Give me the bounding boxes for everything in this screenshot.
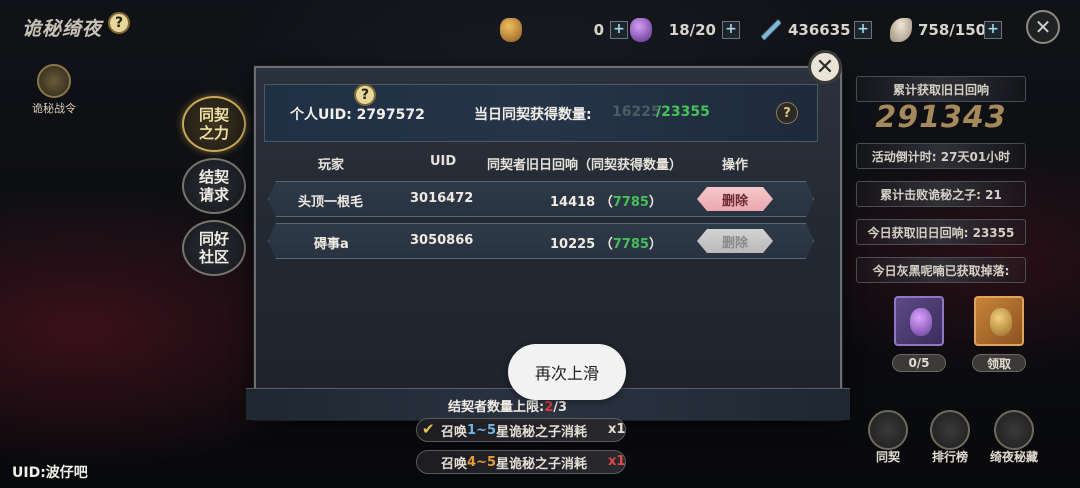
resource-potion-pouch: 0 + (500, 16, 628, 44)
uid-help-icon[interactable]: ? (354, 84, 376, 106)
add-resource-button[interactable]: + (854, 21, 872, 39)
button-label: 同契 (875, 450, 900, 464)
column-header-action: 操作 (722, 158, 749, 173)
resource-purple-potion: 18/20 + (630, 16, 740, 44)
quest-summon-4-5[interactable]: 召唤 4~5 星诡秘之子消耗 (416, 450, 626, 474)
contract-limit-current: 2 (544, 400, 554, 415)
ranking-button[interactable]: 排行榜 (920, 410, 980, 465)
event-title: 诡秘绮夜 (22, 18, 103, 40)
treasure-button[interactable]: 绮夜秘藏 (984, 410, 1044, 465)
resource-value: 0 (593, 21, 604, 39)
resource-value: 758/150 (918, 21, 987, 39)
quest-prefix: 召唤 (441, 456, 468, 472)
quest-summon-1-5[interactable]: 召唤 1~5 星诡秘之子消耗 (416, 418, 626, 442)
daily-count-max: /23355 (656, 104, 710, 120)
resource-value: 18/20 (668, 21, 716, 39)
quest-suffix: 星诡秘之子消耗 (496, 456, 588, 472)
tab-label: 同好社区 (198, 230, 229, 266)
info-help-icon[interactable]: ? (776, 102, 798, 124)
top-bar: 诡秘绮夜 ? 0 + 18/20 + 436635 + 758/150 + ✕ (0, 0, 1080, 56)
gold-potion-icon (990, 308, 1012, 336)
resource-feather: 758/150 + (890, 16, 1002, 44)
close-panel-button[interactable]: ✕ (808, 50, 842, 84)
total-echo-value: 291343 (875, 100, 1007, 135)
add-resource-button[interactable]: + (984, 21, 1002, 39)
button-label: 排行榜 (931, 450, 968, 464)
battle-pass-button[interactable]: 诡秘战令 (28, 64, 80, 116)
tab-label: 结契请求 (198, 168, 229, 204)
reward-progress: 0/5 (892, 354, 946, 372)
event-countdown: 活动倒计时: 27天01小时 (856, 143, 1026, 169)
column-header-player: 玩家 (318, 158, 345, 173)
player-uid: 3016472 (410, 191, 474, 206)
delete-button-disabled[interactable]: 删除 (697, 229, 773, 253)
defeated-count: 累计击败诡秘之子: 21 (856, 181, 1026, 207)
help-icon[interactable]: ? (108, 12, 130, 34)
battle-pass-label: 诡秘战令 (32, 102, 76, 115)
reward-item-purple[interactable] (894, 296, 944, 346)
treasure-icon (994, 410, 1034, 450)
feather-icon (890, 18, 912, 42)
player-echo: 14418 （7785） (550, 195, 662, 210)
column-header-uid: UID (430, 154, 457, 169)
purple-potion-icon (630, 18, 652, 42)
player-name: 头顶一根毛 (298, 195, 364, 210)
contract-button[interactable]: 同契 (858, 410, 918, 465)
reward-item-orange[interactable] (974, 296, 1024, 346)
ranking-icon (930, 410, 970, 450)
tab-label: 同契之力 (198, 106, 229, 142)
resource-value: 436635 (788, 21, 851, 39)
tab-community[interactable]: 同好社区 (182, 220, 246, 276)
close-event-button[interactable]: ✕ (1026, 10, 1060, 44)
contract-limit-max: /3 (553, 400, 568, 415)
daily-count-current: 16225 (612, 104, 661, 120)
check-icon: ✔ (422, 420, 435, 438)
echo-value: 14418 (550, 195, 596, 210)
today-drop-label: 今日灰黑呢喃已获取掉落: (856, 257, 1026, 283)
quest-count: x1 (608, 454, 626, 469)
quest-prefix: 召唤 (441, 424, 468, 440)
gain-value: 7785 (612, 237, 649, 252)
total-echo-label: 累计获取旧日回响 (856, 76, 1026, 102)
column-header-echo: 同契者旧日回响（同契获得数量） (487, 158, 683, 173)
quest-suffix: 星诡秘之子消耗 (496, 424, 588, 440)
echo-value: 10225 (550, 237, 596, 252)
quest-range: 1~5 (467, 422, 496, 438)
battle-pass-icon (37, 64, 71, 98)
today-echo: 今日获取旧日回响: 23355 (856, 219, 1026, 245)
add-resource-button[interactable]: + (610, 21, 628, 39)
potion-pouch-icon (500, 18, 522, 42)
player-echo: 10225 （7785） (550, 237, 662, 252)
quest-range: 4~5 (467, 454, 496, 470)
contract-icon (868, 410, 908, 450)
quest-count: x1 (608, 422, 626, 437)
tab-contract-power[interactable]: 同契之力 (182, 96, 246, 152)
crossed-swords-icon (760, 18, 782, 42)
player-uid: 3050866 (410, 233, 474, 248)
purple-potion-icon (910, 308, 932, 336)
swipe-up-toast: 再次上滑 (508, 344, 626, 400)
resource-crossed-swords: 436635 + (760, 16, 872, 44)
claim-button[interactable]: 领取 (972, 354, 1026, 372)
delete-button[interactable]: 删除 (697, 187, 773, 211)
daily-count-label: 当日同契获得数量: (474, 107, 592, 123)
player-name: 碍事a (314, 237, 349, 252)
tab-contract-request[interactable]: 结契请求 (182, 158, 246, 214)
personal-uid: 个人UID: 2797572 (290, 107, 425, 123)
contract-limit-label: 结契者数量上限: (448, 400, 545, 415)
bottom-uid: UID:波仔吧 (12, 465, 88, 481)
add-resource-button[interactable]: + (722, 21, 740, 39)
button-label: 绮夜秘藏 (989, 450, 1038, 464)
gain-value: 7785 (612, 195, 649, 210)
